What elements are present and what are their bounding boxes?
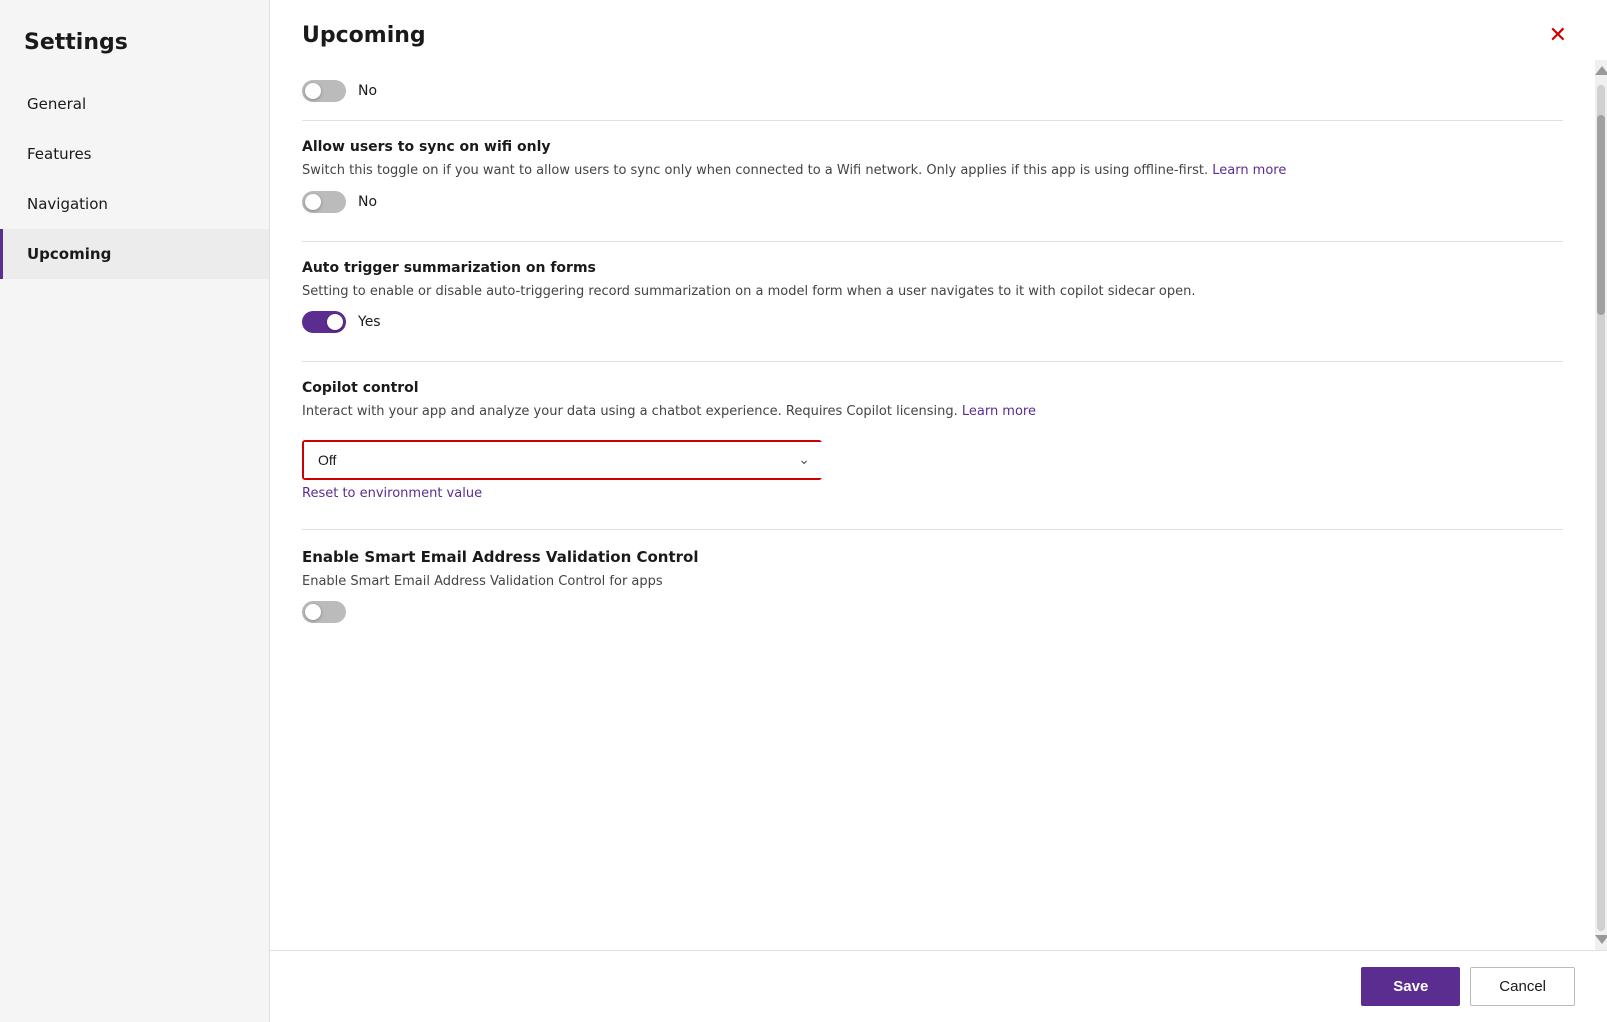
smart-email-toggle-row <box>302 601 1563 623</box>
content-area: No Allow users to sync on wifi only Swit… <box>270 60 1595 950</box>
footer: Save Cancel <box>270 950 1607 1022</box>
auto-trigger-toggle-thumb <box>327 314 343 330</box>
sidebar-item-navigation[interactable]: Navigation <box>0 179 269 229</box>
reset-to-env-link[interactable]: Reset to environment value <box>302 486 482 501</box>
divider-3 <box>302 361 1563 362</box>
sidebar-item-features[interactable]: Features <box>0 129 269 179</box>
scroll-thumb[interactable] <box>1597 115 1605 315</box>
copilot-learn-more[interactable]: Learn more <box>962 404 1036 419</box>
smart-email-toggle[interactable] <box>302 601 346 623</box>
divider-4 <box>302 529 1563 530</box>
divider-2 <box>302 241 1563 242</box>
wifi-sync-section: Allow users to sync on wifi only Switch … <box>302 139 1563 213</box>
scroll-wrapper: No Allow users to sync on wifi only Swit… <box>270 60 1607 950</box>
copilot-dropdown-wrapper: Off On Default ⌄ <box>302 440 822 480</box>
copilot-desc: Interact with your app and analyze your … <box>302 402 1563 422</box>
scroll-track <box>1597 85 1605 931</box>
main-panel: Upcoming ✕ No Allow users to sync on wif… <box>270 0 1607 1022</box>
scroll-up-arrow[interactable] <box>1595 66 1607 75</box>
copilot-title: Copilot control <box>302 380 1563 396</box>
top-toggle-thumb <box>305 83 321 99</box>
smart-email-toggle-thumb <box>305 604 321 620</box>
top-toggle[interactable] <box>302 80 346 102</box>
cancel-button[interactable]: Cancel <box>1470 967 1575 1006</box>
sidebar-title: Settings <box>0 20 269 79</box>
copilot-section: Copilot control Interact with your app a… <box>302 380 1563 501</box>
auto-trigger-toggle-track <box>302 311 346 333</box>
page-title: Upcoming <box>302 23 426 48</box>
top-toggle-label: No <box>358 83 377 99</box>
scroll-down-arrow[interactable] <box>1595 935 1607 944</box>
close-button[interactable]: ✕ <box>1541 20 1575 50</box>
sidebar: Settings General Features Navigation Upc… <box>0 0 270 1022</box>
wifi-sync-toggle-row: No <box>302 191 1563 213</box>
auto-trigger-toggle-row: Yes <box>302 311 1563 333</box>
smart-email-title: Enable Smart Email Address Validation Co… <box>302 548 1563 566</box>
copilot-dropdown[interactable]: Off On Default <box>304 442 824 478</box>
wifi-sync-toggle-thumb <box>305 194 321 210</box>
smart-email-desc: Enable Smart Email Address Validation Co… <box>302 572 1563 592</box>
auto-trigger-toggle[interactable] <box>302 311 346 333</box>
wifi-sync-toggle-track <box>302 191 346 213</box>
top-toggle-track <box>302 80 346 102</box>
wifi-sync-title: Allow users to sync on wifi only <box>302 139 1563 155</box>
smart-email-toggle-track <box>302 601 346 623</box>
wifi-sync-toggle[interactable] <box>302 191 346 213</box>
main-header: Upcoming ✕ <box>270 0 1607 60</box>
auto-trigger-desc: Setting to enable or disable auto-trigge… <box>302 282 1563 302</box>
sidebar-item-general[interactable]: General <box>0 79 269 129</box>
sidebar-item-upcoming[interactable]: Upcoming <box>0 229 269 279</box>
copilot-dropdown-container: Off On Default ⌄ <box>304 442 824 478</box>
auto-trigger-title: Auto trigger summarization on forms <box>302 260 1563 276</box>
top-toggle-row: No <box>302 80 1563 102</box>
auto-trigger-toggle-label: Yes <box>358 314 381 330</box>
wifi-sync-learn-more[interactable]: Learn more <box>1212 163 1286 178</box>
scrollbar <box>1595 60 1607 950</box>
divider-1 <box>302 120 1563 121</box>
auto-trigger-section: Auto trigger summarization on forms Sett… <box>302 260 1563 334</box>
wifi-sync-desc: Switch this toggle on if you want to all… <box>302 161 1563 181</box>
wifi-sync-toggle-label: No <box>358 194 377 210</box>
smart-email-section: Enable Smart Email Address Validation Co… <box>302 548 1563 624</box>
save-button[interactable]: Save <box>1361 967 1460 1006</box>
